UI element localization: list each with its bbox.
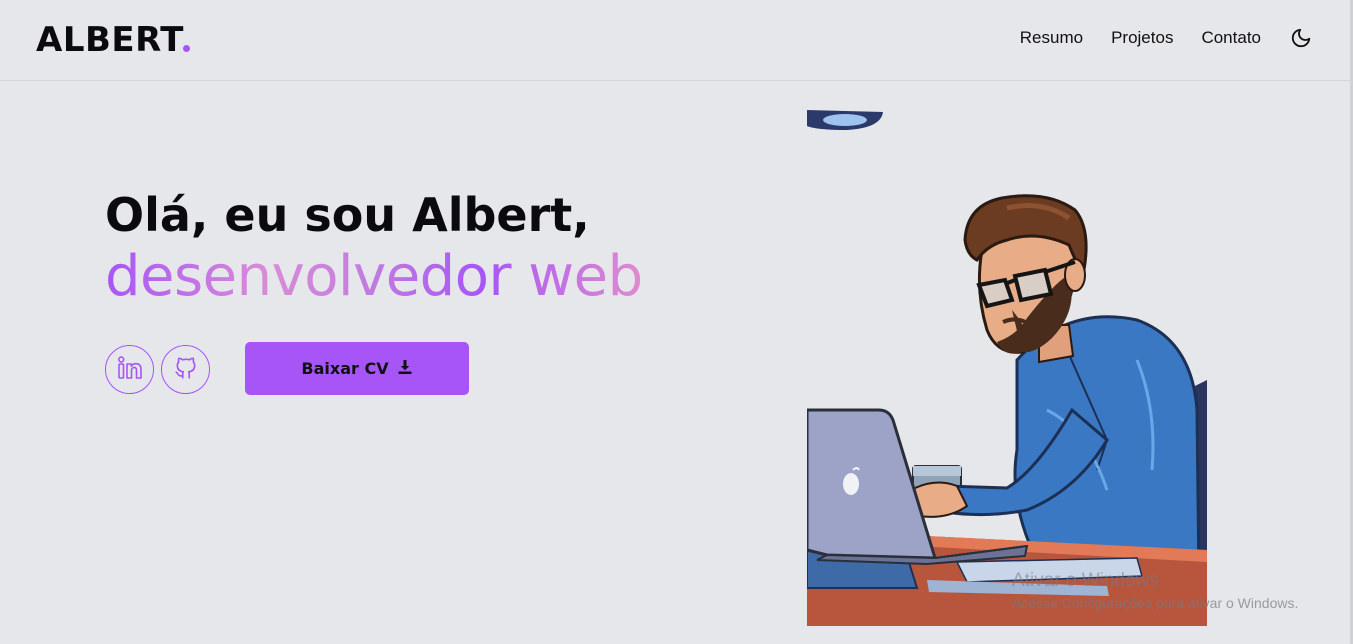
hero-title: Olá, eu sou Albert, xyxy=(105,188,590,242)
developer-illustration xyxy=(807,110,1207,626)
download-cv-button[interactable]: Baixar CV xyxy=(245,342,469,395)
nav-link-contato[interactable]: Contato xyxy=(1201,28,1261,48)
github-icon xyxy=(173,355,199,385)
linkedin-icon xyxy=(116,354,144,386)
github-button[interactable] xyxy=(161,345,210,394)
windows-activation-subtitle: Acesse Configurações para ativar o Windo… xyxy=(1012,595,1299,611)
windows-activation-title: Ativar o Windows xyxy=(1012,570,1159,591)
site-header: ALBERT Resumo Projetos Contato xyxy=(0,0,1353,81)
hero-subtitle: desenvolvedor web xyxy=(105,244,643,309)
download-icon xyxy=(397,359,413,379)
nav-link-resumo[interactable]: Resumo xyxy=(1020,28,1083,48)
download-cv-label: Baixar CV xyxy=(301,359,389,378)
site-logo[interactable]: ALBERT xyxy=(36,20,184,60)
logo-dot xyxy=(183,45,190,52)
moon-icon[interactable] xyxy=(1289,26,1313,50)
main-nav: Resumo Projetos Contato xyxy=(1020,26,1313,50)
linkedin-button[interactable] xyxy=(105,345,154,394)
nav-link-projetos[interactable]: Projetos xyxy=(1111,28,1173,48)
